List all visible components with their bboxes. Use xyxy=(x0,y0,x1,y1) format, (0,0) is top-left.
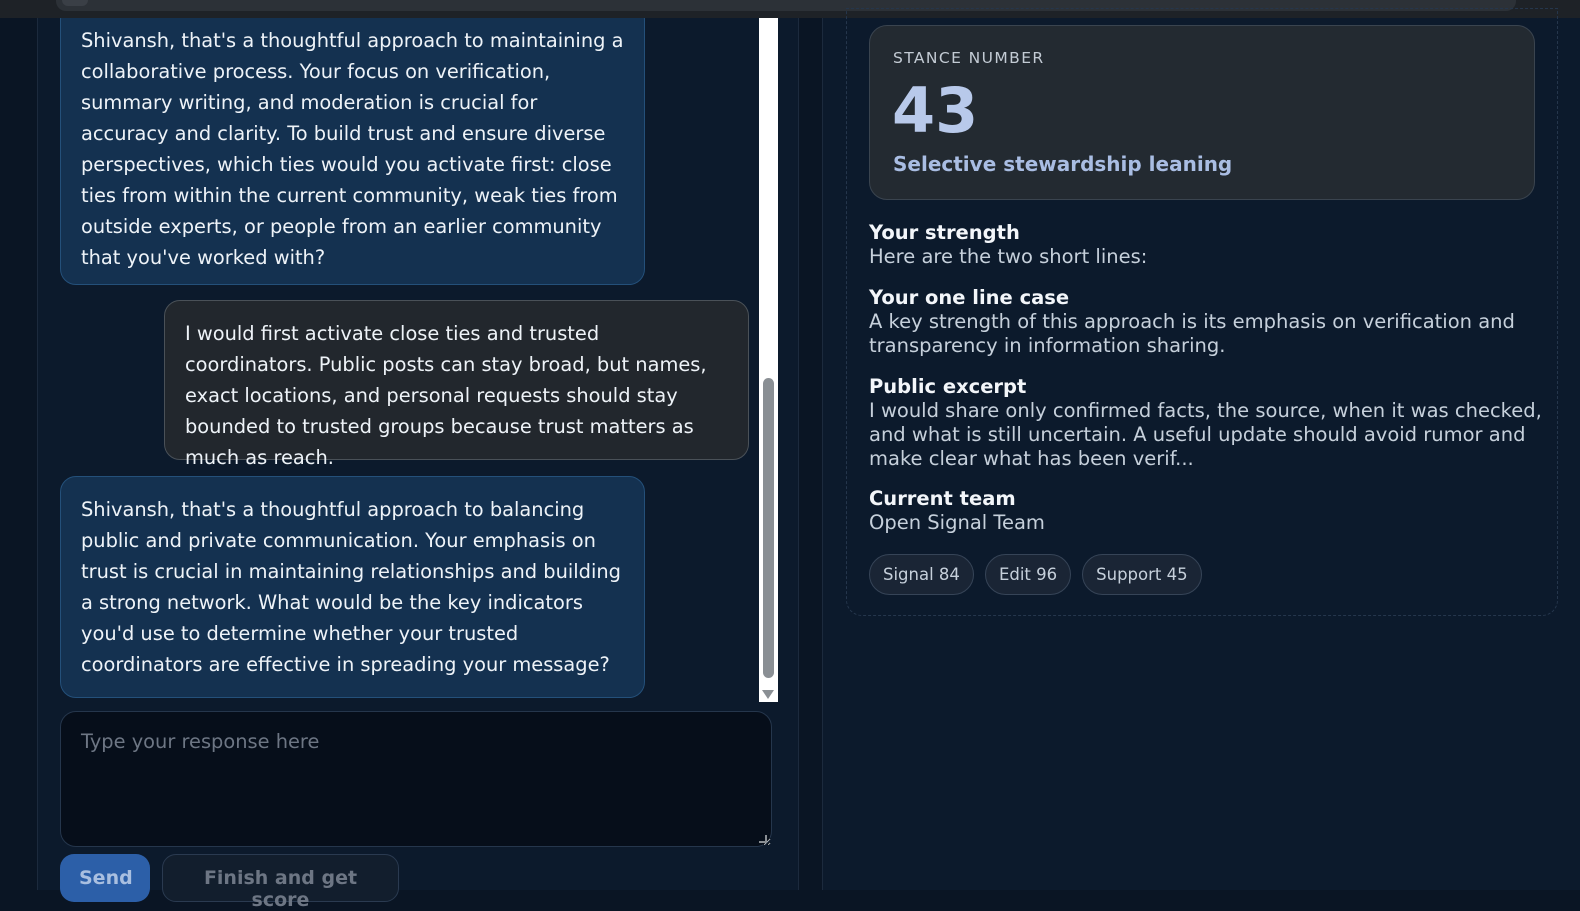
stance-number: 43 xyxy=(892,74,979,147)
excerpt-section: Public excerpt I would share only confir… xyxy=(869,375,1549,471)
case-text: A key strength of this approach is its e… xyxy=(869,310,1515,357)
excerpt-text: I would share only confirmed facts, the … xyxy=(869,399,1542,470)
case-heading: Your one line case xyxy=(869,286,1070,309)
stance-leaning: Selective stewardship leaning xyxy=(893,152,1233,176)
scroll-down-arrow-icon[interactable] xyxy=(762,690,774,699)
finish-and-get-score-button[interactable]: Finish and get score xyxy=(162,854,399,911)
team-text: Open Signal Team xyxy=(869,511,1045,534)
scrollbar-thumb[interactable] xyxy=(763,378,774,678)
send-button[interactable]: Send xyxy=(60,854,150,902)
stance-label: STANCE NUMBER xyxy=(893,49,1045,67)
strength-section: Your strength Here are the two short lin… xyxy=(869,221,1549,269)
resize-handle-icon[interactable] xyxy=(759,835,767,843)
message-scrollbar[interactable] xyxy=(759,18,778,702)
message-list: Shivansh, that's a thoughtful approach t… xyxy=(60,18,773,702)
stance-card: STANCE NUMBER 43 Selective stewardship l… xyxy=(869,25,1535,200)
excerpt-heading: Public excerpt xyxy=(869,375,1027,398)
summary-panel: STANCE NUMBER 43 Selective stewardship l… xyxy=(822,8,1580,890)
score-chip-edit: Edit 96 xyxy=(984,554,1072,595)
chat-panel: Shivansh, that's a thoughtful approach t… xyxy=(37,18,799,911)
team-section: Current team Open Signal Team xyxy=(869,487,1549,535)
strength-heading: Your strength xyxy=(869,221,1020,244)
score-chip-signal: Signal 84 xyxy=(869,554,974,595)
bot-message: Shivansh, that's a thoughtful approach t… xyxy=(60,18,645,285)
user-message: I would first activate close ties and tr… xyxy=(164,300,749,469)
score-chips: Signal 84 Edit 96 Support 45 xyxy=(869,554,1202,595)
bot-message: Shivansh, that's a thoughtful approach t… xyxy=(60,476,645,698)
score-chip-support: Support 45 xyxy=(1082,554,1202,595)
top-bar-knob xyxy=(62,0,88,6)
response-input[interactable] xyxy=(60,711,772,847)
team-heading: Current team xyxy=(869,487,1016,510)
strength-text: Here are the two short lines: xyxy=(869,245,1148,268)
case-section: Your one line case A key strength of thi… xyxy=(869,286,1549,358)
